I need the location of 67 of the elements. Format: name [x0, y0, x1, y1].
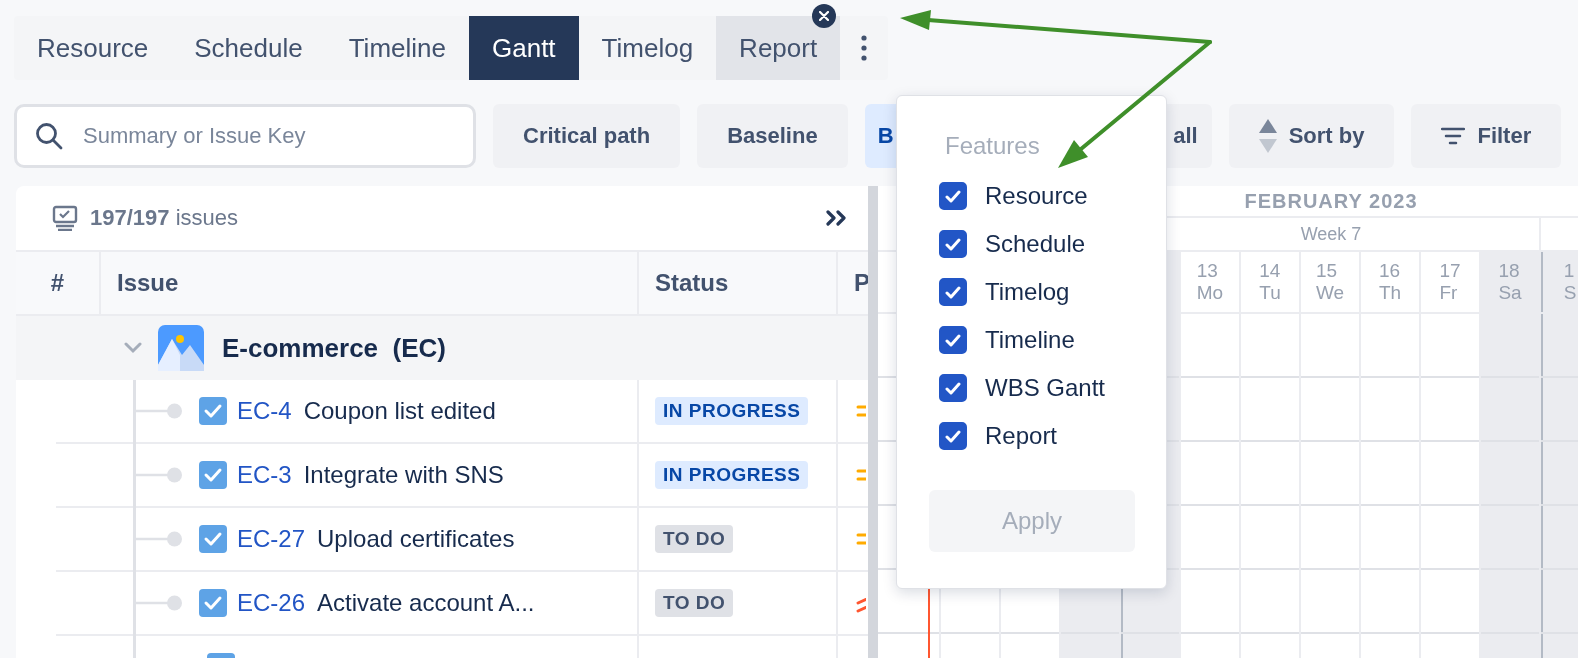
day-label: 18 Sa — [1498, 260, 1522, 304]
more-icon — [861, 35, 868, 61]
search-icon — [35, 122, 63, 150]
issue-key[interactable]: EC-3 — [237, 461, 292, 489]
status-lozenge: IN PROGRESS — [655, 397, 809, 425]
status-lozenge: IN PROGRESS — [655, 461, 809, 489]
checkmark-icon — [945, 333, 961, 347]
tab[interactable]: Timelog — [578, 16, 717, 80]
checkmark-icon — [945, 189, 961, 203]
checkbox[interactable] — [939, 230, 967, 258]
day-label: 13 Mo — [1196, 260, 1224, 304]
tab[interactable]: Timeline — [325, 16, 469, 80]
checkbox[interactable] — [939, 182, 967, 210]
tab[interactable]: Schedule — [171, 16, 326, 80]
column-header[interactable]: Issue — [101, 252, 639, 314]
checkmark-icon — [945, 381, 961, 395]
day-label: 1 S — [1563, 260, 1577, 304]
issue-summary: Upload certificates — [317, 525, 515, 553]
checkbox-label[interactable]: Resource — [985, 182, 1088, 210]
toolbar-button[interactable]: Filter — [1411, 104, 1562, 168]
project-name: E-commerce (EC) — [222, 332, 446, 364]
checkbox-label[interactable]: Timelog — [985, 278, 1070, 306]
issue-key[interactable]: EC-4 — [237, 397, 292, 425]
issue-summary: Coupon list edited — [303, 397, 496, 425]
day-label: 14 Tu — [1259, 260, 1281, 304]
checkbox[interactable] — [939, 422, 967, 450]
toolbar-button[interactable]: Critical path — [493, 104, 681, 168]
menu-title: Features — [945, 132, 1041, 161]
checkmark-icon — [945, 429, 961, 443]
status-lozenge: TO DO — [655, 525, 734, 553]
day-label: 17 Fr — [1439, 260, 1461, 304]
issue-key[interactable]: EC-27 — [237, 525, 306, 553]
checkbox[interactable] — [939, 374, 967, 402]
mountain-icon — [158, 325, 204, 371]
toolbar-button[interactable]: Sort by — [1228, 104, 1395, 168]
issue-summary: Activate account A... — [317, 589, 535, 617]
checkbox[interactable] — [939, 278, 967, 306]
day-label: 16 Th — [1378, 260, 1402, 304]
status-lozenge: TO DO — [655, 589, 734, 617]
tab[interactable]: Report — [716, 16, 841, 80]
search-field[interactable]: Summary or Issue Key — [14, 104, 476, 168]
checkbox-label[interactable]: Report — [985, 422, 1058, 450]
table-row[interactable]: EC-27 Upload certificates TO DO — [56, 508, 868, 572]
group-row[interactable]: E-commerce (EC) — [16, 316, 868, 380]
issue-count: 197/197 issues — [90, 205, 239, 231]
checkbox-label[interactable]: Timeline — [985, 326, 1075, 354]
checkbox[interactable] — [939, 326, 967, 354]
checkmark-icon — [945, 237, 961, 251]
issue-key[interactable]: EC-26 — [237, 589, 306, 617]
filter-icon — [1441, 127, 1466, 145]
sort-icon — [1258, 119, 1277, 153]
checkbox-label[interactable]: WBS Gantt — [985, 374, 1106, 402]
table-row[interactable]: EC-4 Coupon list edited IN PROGRESS — [56, 380, 868, 444]
checkmark-icon — [945, 285, 961, 299]
table-row[interactable]: EC-3 Integrate with SNS IN PROGRESS — [56, 444, 868, 508]
toolbar-button[interactable]: Baseline — [697, 104, 848, 168]
close-icon[interactable] — [812, 4, 837, 28]
column-header[interactable]: Status — [639, 252, 838, 314]
tab[interactable]: Resource — [14, 16, 172, 80]
tab[interactable]: Gantt — [469, 16, 579, 80]
issue-summary: Integrate with SNS — [303, 461, 504, 489]
table-row[interactable]: EC-26 Activate account A... TO DO — [56, 572, 868, 636]
monitor-icon — [52, 205, 78, 231]
checkbox-label[interactable]: Schedule — [985, 230, 1086, 258]
expand-icon[interactable] — [826, 210, 848, 226]
day-label: 15 We — [1315, 260, 1345, 304]
column-header[interactable]: # — [16, 252, 101, 314]
